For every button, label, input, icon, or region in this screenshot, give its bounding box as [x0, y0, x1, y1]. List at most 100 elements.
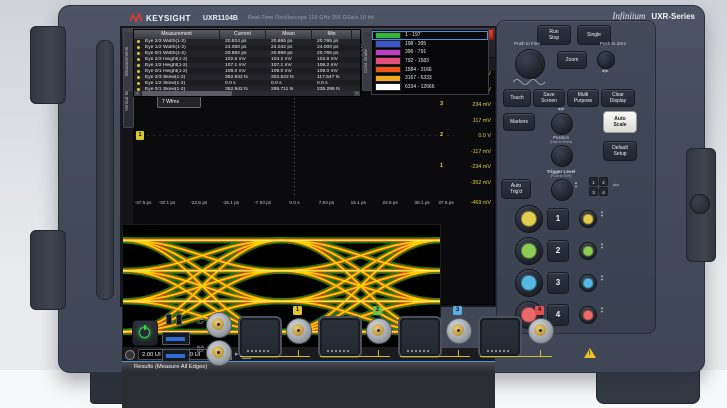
knob-hint-zero: Push to Zero	[589, 41, 637, 47]
color-swatch	[375, 83, 401, 91]
auto-scale-button[interactable]: AutoScale	[603, 111, 637, 133]
legend-row[interactable]: 792 - 1583	[372, 57, 488, 66]
ch1-input-tag: 1	[293, 306, 302, 315]
touch-button[interactable]: Touch	[503, 89, 531, 107]
trigger-level-knob[interactable]	[551, 179, 573, 201]
scroll-right-icon[interactable]: ▸	[354, 91, 360, 96]
usb-port-1	[162, 332, 190, 345]
ch4-offset-knob[interactable]	[579, 306, 597, 324]
results-panel: Measurements Measurement Current Mean Mi…	[122, 371, 495, 408]
color-swatch	[375, 49, 401, 57]
legend-row[interactable]: 1584 - 3166	[372, 65, 488, 74]
series-name: UXR-Series	[651, 12, 695, 21]
trig-source-2[interactable]: 2	[599, 177, 608, 186]
multi-purpose-button[interactable]: MultiPurpose	[567, 89, 599, 107]
aux-out-label: AUXOUT	[190, 345, 204, 353]
table-row[interactable]: Eye 1/2 Width(1-2)24.060 ps24.042 ps24.0…	[134, 45, 360, 51]
table-row[interactable]: Eye 2/3 Width(1-2)20.824 ps20.866 ps20.7…	[134, 39, 360, 45]
ch3-button[interactable]: 3	[547, 272, 569, 294]
ch3-offset-knob[interactable]	[579, 274, 597, 292]
ch3-input-tag: 3	[453, 306, 462, 315]
ch2-button[interactable]: 2	[547, 240, 569, 262]
ch2-scale-knob[interactable]	[515, 237, 543, 265]
save-screen-button[interactable]: SaveScreen	[533, 89, 565, 107]
results-table[interactable]: Measurement Current Mean Min Eye 2/3 Wid…	[133, 29, 361, 97]
ch1-offset-knob[interactable]	[579, 210, 597, 228]
horizontal-scale-knob[interactable]	[515, 49, 545, 79]
delay-arrows-icon: ◀ ▶	[595, 69, 615, 73]
table-row[interactable]: Eye 1/2 Skew(1-2)0.0 s0.0 s0.0 s	[134, 80, 360, 86]
clear-display-button[interactable]: ClearDisplay	[601, 89, 635, 107]
table-row[interactable]: Eye 2/3 Skew(1-2)352.942 fs302.522 fs117…	[134, 74, 360, 80]
position-label: Position(Push to Select)	[537, 135, 585, 144]
probe-socket-2	[318, 316, 362, 358]
ground-port	[176, 314, 182, 325]
table-scrollbar[interactable]: ◂▸	[134, 91, 360, 96]
position-knob[interactable]	[551, 145, 573, 167]
probe-socket-3	[398, 316, 442, 358]
t-label: 0.0 s	[279, 200, 311, 205]
ch1-scale-knob[interactable]	[515, 205, 543, 233]
ch1-button[interactable]: 1	[547, 208, 569, 230]
oscilloscope-photo: KEYSIGHT UXR1104B Real-Time Oscilloscope…	[0, 0, 727, 408]
ch2-offset-knob[interactable]	[579, 242, 597, 260]
power-button[interactable]	[132, 320, 158, 346]
scroll-left-icon[interactable]: ◂	[134, 91, 140, 96]
t-label: -15.1 ps	[215, 200, 247, 205]
eye-marker-3: 3	[440, 101, 443, 107]
legend-row[interactable]: 396 - 791	[372, 48, 488, 57]
t-label: 15.1 ps	[342, 200, 374, 205]
lcd-screen[interactable]: File Control Setup Display Trigger Measu…	[120, 26, 497, 307]
ch3-input-connector	[446, 318, 472, 344]
cal-out-label: CALOUT	[190, 317, 204, 325]
probe-socket-4	[478, 316, 522, 358]
default-setup-button[interactable]: DefaultSetup	[603, 141, 637, 161]
ch3-arrows-icon: ▲▼	[599, 274, 605, 283]
trig-source-1[interactable]: 1	[589, 177, 598, 186]
legend-row[interactable]: 3167 - 6333	[372, 74, 488, 83]
col-min[interactable]: Min	[312, 30, 352, 39]
horizontal-delay-knob[interactable]	[597, 51, 615, 69]
aux-label: Aux	[609, 183, 623, 187]
trig-source-3[interactable]: 3	[589, 187, 598, 196]
timebase-sine-icon	[513, 78, 545, 86]
eye-marker-1: 1	[440, 163, 443, 169]
ch2-input-tag: 2	[373, 306, 382, 315]
trig-source-4[interactable]: 4	[599, 187, 608, 196]
scroll-thumb[interactable]	[142, 91, 232, 96]
ch3-scale-knob[interactable]	[515, 269, 543, 297]
trigger-source-grid[interactable]: 1 2 3 4	[589, 177, 608, 196]
channel1-ground-marker[interactable]: 1	[136, 131, 144, 140]
table-row[interactable]: Eye 0/1 Height(1-2)109.0 mV109.0 mV109.0…	[134, 68, 360, 74]
col-measurement[interactable]: Measurement	[134, 30, 220, 39]
t-label: -30.1 ps	[151, 200, 183, 205]
zoom-button[interactable]: Zoom	[557, 51, 587, 69]
marker-position-knob[interactable]	[551, 113, 573, 135]
t-label: -7.53 ps	[247, 200, 279, 205]
col-current[interactable]: Current	[220, 30, 266, 39]
t-label: 22.6 ps	[374, 200, 406, 205]
trigger-level-label: Trigger Level(Push for 50%)	[533, 169, 589, 178]
ch1-input-connector	[286, 318, 312, 344]
legend-row[interactable]: 6334 - 12666	[372, 83, 488, 92]
keysight-spark-logo	[130, 13, 143, 23]
probe-comp-port	[166, 314, 172, 325]
usb-port-2	[162, 349, 190, 362]
auto-trigd-button[interactable]: AutoTrig'd	[501, 179, 531, 199]
col-mean[interactable]: Mean	[266, 30, 312, 39]
v-label: 234 mV	[455, 102, 491, 108]
legend-row[interactable]: 1 - 197	[372, 31, 488, 40]
table-row[interactable]: Eye 2/3 Height(1-2)102.6 mV103.2 mV102.6…	[134, 57, 360, 63]
table-row[interactable]: Eye 0/1 Width(1-2)20.882 ps20.958 ps20.7…	[134, 51, 360, 57]
table-row[interactable]: Eye 1/2 Height(1-2)107.1 mV107.1 mV106.2…	[134, 63, 360, 69]
results-header[interactable]: Results (Measure All Edges)	[122, 361, 495, 371]
markers-button[interactable]: Markers	[503, 113, 535, 131]
clamp-knob[interactable]	[690, 194, 710, 214]
t-label: 7.53 ps	[310, 200, 342, 205]
color-swatch	[375, 40, 401, 48]
time-axis: -37.6 ps -30.1 ps -22.6 ps -15.1 ps -7.5…	[135, 200, 454, 209]
horizontal-icon[interactable]	[125, 350, 135, 360]
color-swatch	[375, 32, 401, 40]
v-label-bottom: -469 mV	[455, 200, 491, 206]
legend-row[interactable]: 198 - 395	[372, 40, 488, 49]
